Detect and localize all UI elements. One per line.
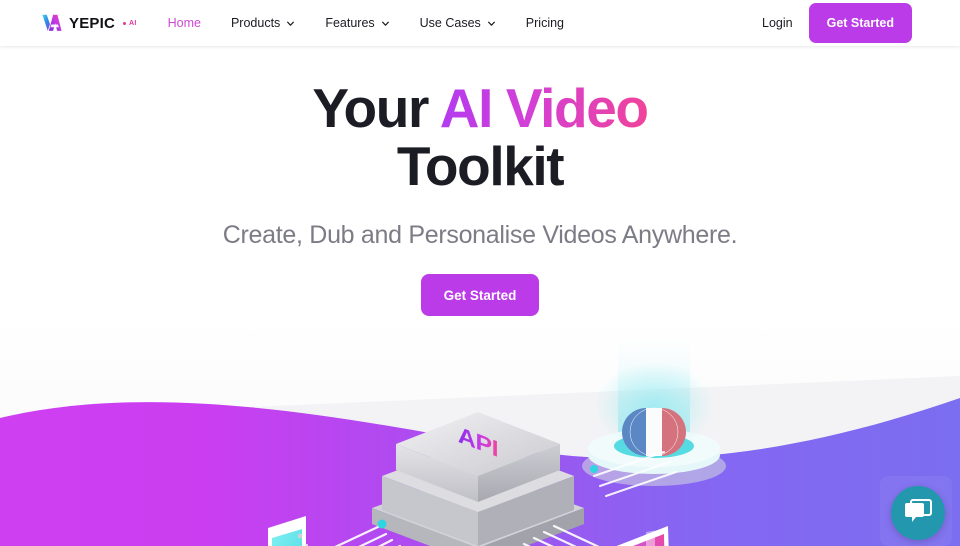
brand-name: YEPIC xyxy=(69,14,116,32)
hero-title-part1: Your xyxy=(312,77,440,139)
nav-item-use-cases[interactable]: Use Cases xyxy=(420,17,496,30)
hero-title-part2: Toolkit xyxy=(396,135,565,198)
chat-bubbles-icon xyxy=(904,498,932,529)
get-started-button-hero[interactable]: Get Started xyxy=(420,274,540,317)
nav-item-features[interactable]: Features xyxy=(325,17,389,30)
chevron-down-icon xyxy=(286,19,295,28)
nav-item-label: Pricing xyxy=(525,15,565,30)
chevron-down-icon xyxy=(381,19,390,28)
get-started-button-header[interactable]: Get Started xyxy=(808,3,912,43)
main-navigation: Home Products Features Use Cases Pricing xyxy=(168,0,594,46)
nav-item-pricing[interactable]: Pricing xyxy=(526,17,564,30)
nav-item-label: Features xyxy=(325,15,375,30)
nav-item-label: Use Cases xyxy=(419,15,481,30)
france-flag-icon xyxy=(622,407,686,457)
dot-icon xyxy=(123,21,127,25)
hero-cta-wrapper: Get Started xyxy=(0,274,960,317)
chevron-down-icon xyxy=(487,19,496,28)
site-header: YEPIC AI Home Products Features Use Case… xyxy=(0,0,960,46)
nav-item-label: Products xyxy=(230,15,281,30)
brand-ai-label: AI xyxy=(129,19,137,27)
nav-item-home[interactable]: Home xyxy=(168,17,201,30)
yepic-logo-icon xyxy=(41,12,63,34)
nav-item-label: Home xyxy=(167,15,201,30)
nav-item-products[interactable]: Products xyxy=(231,17,295,30)
chat-widget-button[interactable] xyxy=(891,486,945,540)
login-link[interactable]: Login xyxy=(762,17,793,30)
page-title: Your AI Video Toolkit xyxy=(0,79,960,196)
hero-title-accent: AI Video xyxy=(439,77,649,139)
hero-subtitle: Create, Dub and Personalise Videos Anywh… xyxy=(222,220,738,249)
brand-ai-badge: AI xyxy=(123,20,137,27)
hero-copy: Your AI Video Toolkit Create, Dub and Pe… xyxy=(0,46,960,317)
header-actions: Login Get Started xyxy=(762,3,912,43)
brand-logo[interactable]: YEPIC AI xyxy=(41,0,137,46)
hero-section: API Your AI Video Toolkit Create, Dub an… xyxy=(0,46,960,546)
